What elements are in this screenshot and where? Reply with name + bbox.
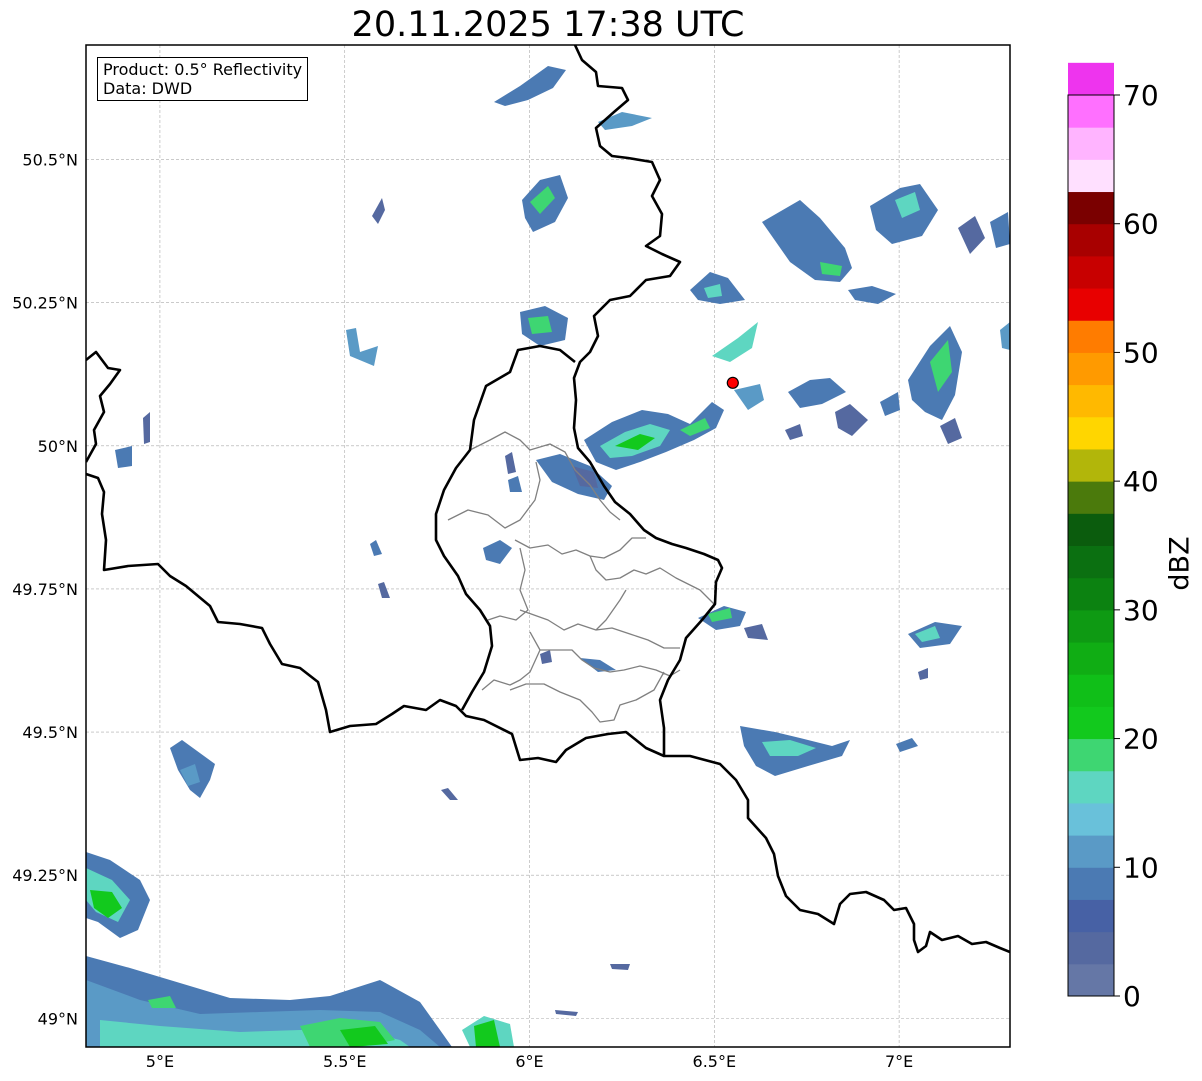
colorbar-segment	[1068, 159, 1114, 193]
colorbar-segment	[1068, 642, 1114, 675]
colorbar-segment	[1068, 481, 1114, 514]
colorbar-segment	[1068, 127, 1114, 160]
colorbar-segment	[1068, 867, 1114, 900]
product-label: Product: 0.5° Reflectivity	[103, 60, 303, 79]
colorbar-segment	[1068, 770, 1114, 804]
colorbar-segment	[1068, 95, 1114, 128]
colorbar-segment	[1068, 802, 1114, 836]
lon-tick-label: 7°E	[885, 1052, 913, 1071]
map-title: 20.11.2025 17:38 UTC	[351, 5, 745, 45]
colorbar-tick-label: 70	[1123, 79, 1159, 112]
colorbar-segment	[1068, 320, 1114, 353]
colorbar-segment	[1068, 931, 1114, 965]
lat-tick-labels: 50.5°N 50.25°N 50°N 49.75°N 49.5°N 49.25°N 49°…	[12, 151, 78, 1029]
lat-tick-label: 50°N	[38, 437, 78, 456]
data-source-label: Data: DWD	[103, 79, 193, 98]
echo-cell	[528, 316, 552, 334]
lat-tick-label: 50.25°N	[12, 294, 78, 313]
lon-tick-label: 6°E	[515, 1052, 543, 1071]
lat-tick-label: 50.5°N	[22, 151, 78, 170]
colorbar-segment	[1068, 609, 1114, 643]
colorbar-tick-label: 30	[1123, 594, 1159, 627]
colorbar-segment	[1068, 191, 1114, 225]
colorbar-segment	[1068, 738, 1114, 772]
colorbar-tick-label: 0	[1123, 980, 1141, 1013]
colorbar-segment	[1068, 513, 1114, 546]
colorbar-segment	[1068, 384, 1114, 418]
colorbar-tick-label: 50	[1123, 336, 1159, 369]
colorbar-segment	[1068, 448, 1114, 482]
lat-tick-label: 49.25°N	[12, 866, 78, 885]
colorbar-segment	[1068, 674, 1114, 707]
lon-tick-label: 5°E	[146, 1052, 174, 1071]
radar-map: 50.5°N 50.25°N 50°N 49.75°N 49.5°N 49.25°N 49°…	[12, 44, 1159, 1071]
lat-tick-label: 49°N	[38, 1009, 78, 1028]
colorbar-tick-label: 10	[1123, 851, 1159, 884]
colorbar-tick-label: 20	[1123, 723, 1159, 756]
colorbar-segment	[1068, 416, 1114, 450]
lat-tick-label: 49.5°N	[22, 723, 78, 742]
location-marker	[726, 376, 739, 389]
colorbar-segment	[1068, 545, 1114, 579]
info-box: Product: 0.5° Reflectivity Data: DWD	[97, 57, 309, 101]
colorbar-segment	[1068, 835, 1114, 868]
lon-tick-label: 5.5°E	[323, 1052, 367, 1071]
lat-tick-label: 49.75°N	[12, 580, 78, 599]
colorbar-segment	[1068, 352, 1114, 386]
lon-tick-labels: 5°E 5.5°E 6°E 6.5°E 7°E	[146, 1052, 913, 1071]
colorbar-segment	[1068, 899, 1114, 933]
colorbar-segment	[1068, 288, 1114, 321]
colorbar-label: dBZ	[1164, 536, 1196, 591]
colorbar-segment	[1068, 963, 1114, 997]
colorbar: 0 10 20 30 40 50 60 70	[1067, 62, 1159, 1013]
colorbar-segment	[1068, 223, 1114, 257]
colorbar-segment	[1068, 62, 1114, 96]
colorbar-segment	[1068, 706, 1114, 740]
colorbar-tick-label: 60	[1123, 208, 1159, 241]
colorbar-tick-label: 40	[1123, 465, 1159, 498]
colorbar-segment	[1068, 255, 1114, 289]
lon-tick-label: 6.5°E	[693, 1052, 737, 1071]
colorbar-segment	[1068, 577, 1114, 611]
